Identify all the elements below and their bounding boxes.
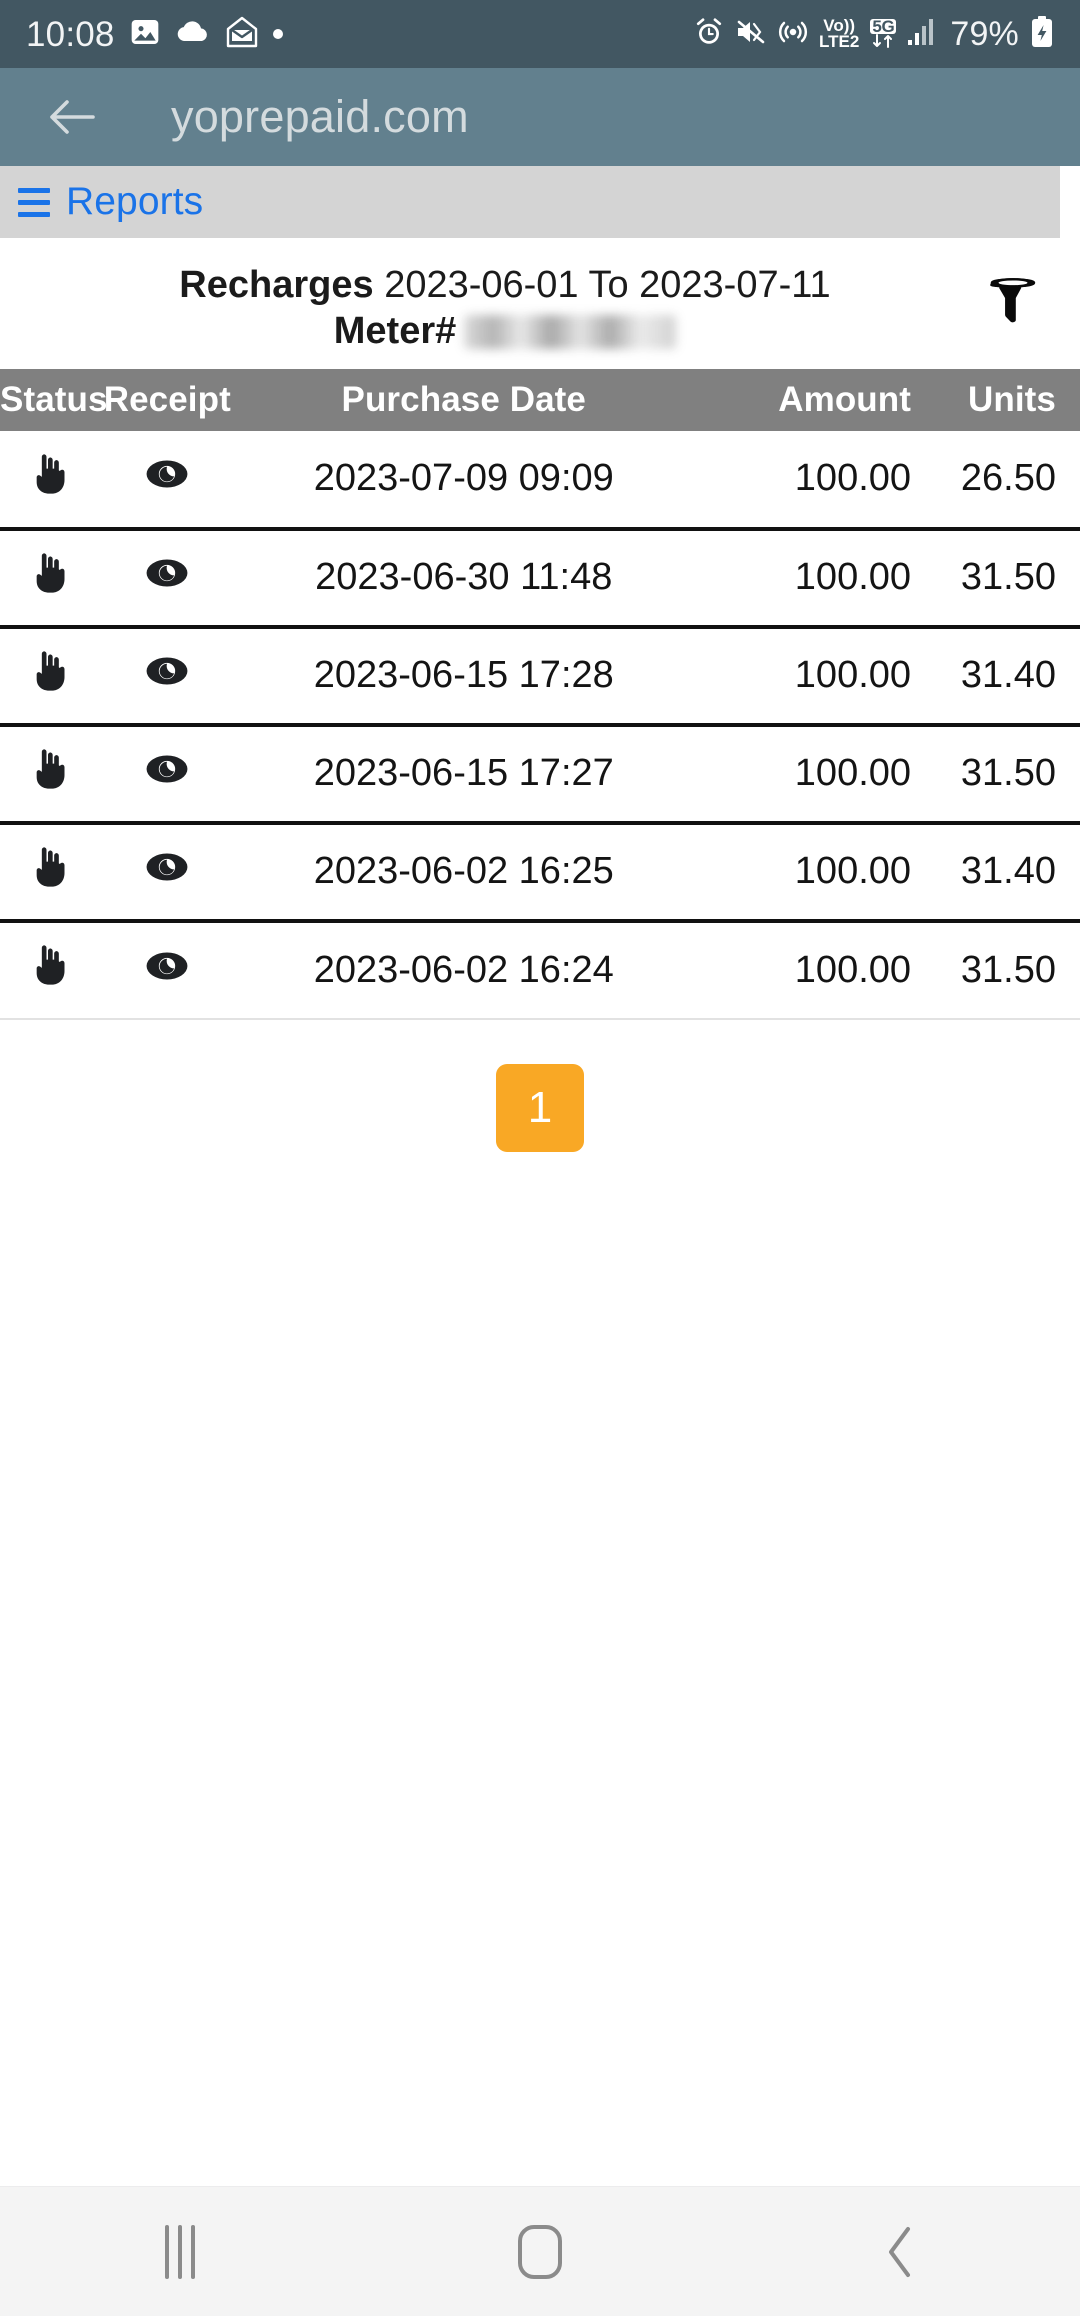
battery-percent-label: 79% — [950, 15, 1019, 53]
column-header-units: Units — [919, 368, 1080, 431]
alarm-icon — [694, 17, 724, 52]
table-header: Status Receipt Purchase Date Amount Unit… — [0, 368, 1080, 431]
page-1-button[interactable]: 1 — [496, 1063, 584, 1152]
volte-bottom-label: LTE2 — [819, 32, 860, 51]
table-row: 2023-06-02 16:24 100.00 31.50 — [0, 920, 1080, 1020]
system-navigation-bar — [0, 2186, 1080, 2316]
cell-purchase-date: 2023-06-02 16:25 — [236, 822, 692, 923]
hotspot-icon — [778, 17, 808, 52]
back-chevron-icon[interactable] — [825, 2197, 975, 2307]
cell-receipt — [98, 920, 237, 1020]
cell-purchase-date: 2023-06-30 11:48 — [236, 528, 692, 629]
pointing-hand-icon[interactable] — [29, 649, 69, 693]
eye-icon[interactable] — [145, 655, 189, 687]
column-header-status: Status — [0, 368, 107, 431]
meter-number-redacted — [464, 314, 677, 349]
table-row: 2023-06-15 17:27 100.00 31.50 — [0, 724, 1080, 825]
cell-status — [0, 822, 99, 923]
report-meter-line: Meter# — [0, 308, 1080, 354]
pointing-hand-icon[interactable] — [29, 452, 69, 496]
pointing-hand-icon[interactable] — [29, 551, 69, 595]
cell-units: 31.40 — [919, 626, 1080, 727]
report-date-range: 2023-06-01 To 2023-07-11 — [384, 264, 831, 306]
status-bar: 10:08 Vo)) LTE2 5G 79% — [0, 0, 1080, 68]
cell-amount: 100.00 — [691, 528, 920, 629]
cell-amount: 100.00 — [691, 724, 920, 825]
mute-vibrate-icon — [735, 18, 767, 51]
eye-icon[interactable] — [145, 458, 189, 490]
cell-status — [0, 626, 99, 727]
recents-icon[interactable] — [105, 2197, 255, 2307]
reports-link-label[interactable]: Reports — [66, 180, 203, 224]
pointing-hand-icon[interactable] — [29, 747, 69, 791]
cell-purchase-date: 2023-07-09 09:09 — [236, 430, 692, 531]
cell-purchase-date: 2023-06-02 16:24 — [236, 920, 692, 1020]
pointing-hand-icon[interactable] — [29, 943, 69, 987]
home-icon[interactable] — [465, 2197, 615, 2307]
table-row: 2023-06-02 16:25 100.00 31.40 — [0, 822, 1080, 923]
cell-status — [0, 528, 99, 629]
cell-receipt — [98, 430, 237, 531]
cell-amount: 100.00 — [691, 822, 920, 923]
cell-amount: 100.00 — [691, 920, 920, 1020]
browser-app-bar: yoprepaid.com — [0, 68, 1080, 166]
meter-label: Meter# — [333, 310, 457, 353]
table-row: 2023-06-15 17:28 100.00 31.40 — [0, 626, 1080, 727]
column-header-purchase-date: Purchase Date — [236, 368, 692, 431]
hamburger-menu-icon[interactable] — [18, 187, 50, 217]
five-g-data-icon: 5G — [870, 16, 897, 49]
cell-receipt — [98, 822, 237, 923]
eye-icon[interactable] — [145, 557, 189, 589]
pagination: 1 — [0, 1019, 1080, 1152]
dot-indicator-icon — [272, 29, 283, 39]
cell-receipt — [98, 724, 237, 825]
table-row: 2023-07-09 09:09 100.00 26.50 — [0, 430, 1080, 531]
phone-screen: 10:08 Vo)) LTE2 5G 79% yoprepaid.com Rep… — [0, 0, 1080, 2316]
cell-units: 31.50 — [919, 528, 1080, 629]
cell-units: 31.50 — [919, 920, 1080, 1020]
five-g-label: 5G — [870, 16, 897, 36]
cell-units: 31.50 — [919, 724, 1080, 825]
page-title: yoprepaid.com — [171, 91, 469, 142]
cell-units: 31.40 — [919, 822, 1080, 923]
eye-icon[interactable] — [145, 753, 189, 785]
column-header-amount: Amount — [691, 368, 920, 431]
cell-status — [0, 920, 99, 1020]
status-bar-left: 10:08 — [26, 16, 283, 53]
eye-icon[interactable] — [145, 950, 189, 982]
status-bar-right: Vo)) LTE2 5G 79% — [694, 15, 1054, 53]
cell-receipt — [98, 626, 237, 727]
image-icon — [129, 16, 161, 53]
pointing-hand-icon[interactable] — [29, 845, 69, 889]
cell-receipt — [98, 528, 237, 629]
eye-icon[interactable] — [145, 851, 189, 883]
table-header-row: Status Receipt Purchase Date Amount Unit… — [0, 368, 1080, 431]
table-body: 2023-07-09 09:09 100.00 26.50 2023-06-30 11… — [0, 430, 1080, 1020]
cell-purchase-date: 2023-06-15 17:27 — [236, 724, 692, 825]
back-arrow-icon[interactable] — [46, 91, 98, 143]
signal-bars-icon — [907, 18, 937, 51]
cell-amount: 100.00 — [691, 430, 920, 531]
report-title-line: Recharges 2023-06-01 To 2023-07-11 — [0, 262, 1080, 308]
report-type-label: Recharges — [179, 264, 374, 306]
volte-icon: Vo)) LTE2 — [819, 17, 860, 51]
cloud-icon — [175, 19, 211, 50]
cell-status — [0, 724, 99, 825]
status-clock: 10:08 — [26, 14, 115, 54]
report-header: Recharges 2023-06-01 To 2023-07-11 Meter… — [0, 238, 1080, 369]
cell-amount: 100.00 — [691, 626, 920, 727]
content-spacer — [0, 1151, 1080, 2186]
cell-units: 26.50 — [919, 430, 1080, 531]
battery-charging-icon — [1030, 15, 1054, 53]
column-header-receipt: Receipt — [98, 368, 237, 431]
reports-nav-strip[interactable]: Reports — [0, 166, 1060, 238]
cell-purchase-date: 2023-06-15 17:28 — [236, 626, 692, 727]
table-row: 2023-06-30 11:48 100.00 31.50 — [0, 528, 1080, 629]
recharges-table: Status Receipt Purchase Date Amount Unit… — [0, 368, 1080, 1020]
mail-icon — [225, 16, 259, 53]
filter-funnel-icon[interactable] — [984, 272, 1042, 330]
cell-status — [0, 430, 99, 531]
